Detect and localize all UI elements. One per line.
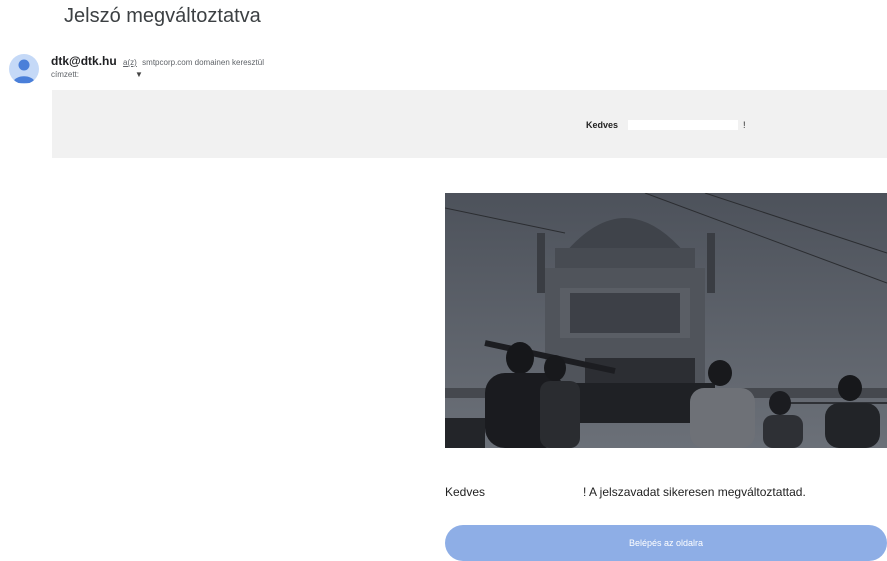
via-domain-text: smtpcorp.com domainen keresztül — [142, 58, 264, 67]
sender-email[interactable]: dtk@dtk.hu — [51, 54, 117, 68]
sender-avatar-icon[interactable] — [9, 54, 39, 84]
banner-greeting: Kedves — [586, 120, 619, 130]
sender-line: dtk@dtk.hu a(z) smtpcorp.com domainen ke… — [51, 54, 264, 68]
banner-name-redacted — [628, 120, 738, 130]
via-link[interactable]: a(z) — [123, 58, 137, 67]
body-greeting: Kedves — [445, 485, 486, 499]
login-button[interactable]: Belépés az oldalra — [445, 525, 887, 561]
body-message: ! A jelszavadat sikeresen megváltoztatta… — [583, 485, 806, 499]
email-view: Jelszó megváltoztatva dtk@dtk.hu a(z) sm… — [0, 0, 887, 561]
caret-down-icon[interactable]: ▼ — [135, 70, 143, 79]
banner-exclamation: ! — [743, 120, 746, 130]
recipient-label: címzett: — [51, 70, 80, 79]
email-subject: Jelszó megváltoztatva — [64, 5, 261, 27]
hero-photo — [445, 193, 887, 448]
header-banner: Kedves ! — [52, 90, 887, 158]
